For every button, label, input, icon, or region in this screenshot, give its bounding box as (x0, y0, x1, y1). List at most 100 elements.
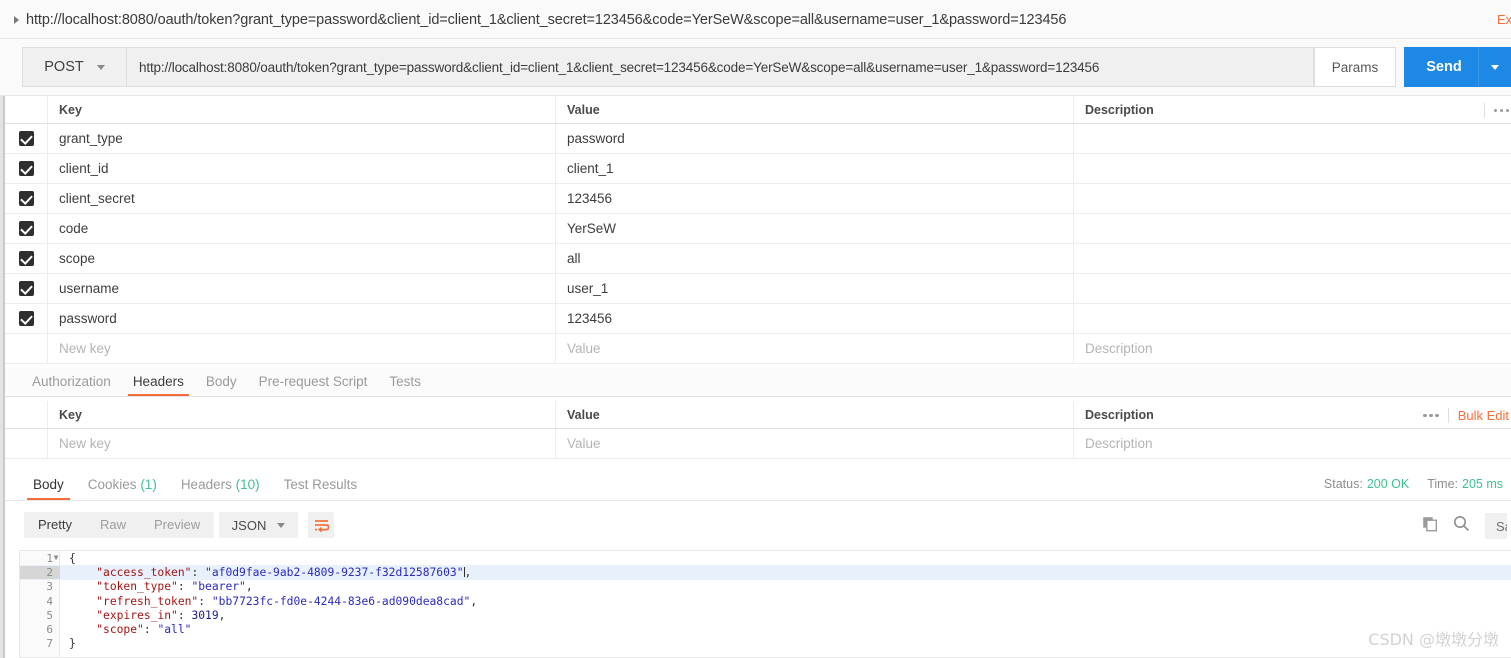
params-button[interactable]: Params (1314, 47, 1396, 87)
param-value-cell[interactable]: user_1 (556, 274, 1074, 303)
response-format-selector[interactable]: JSON (219, 512, 298, 538)
param-key-cell[interactable]: scope (48, 244, 556, 273)
chevron-right-icon[interactable] (14, 15, 19, 24)
http-method-selector[interactable]: POST (22, 47, 126, 87)
params-table-actions (1483, 103, 1509, 118)
param-enabled-checkbox[interactable] (18, 311, 34, 326)
new-header-row[interactable]: New key Value Description (5, 429, 1511, 459)
param-value: all (567, 251, 581, 266)
new-param-value-input[interactable]: Value (567, 341, 601, 356)
header-cell-key: Key (59, 102, 82, 117)
param-description-cell[interactable] (1074, 124, 1511, 153)
send-button[interactable]: Send (1404, 59, 1478, 75)
examples-link[interactable]: Examples (1497, 12, 1511, 27)
more-options-icon[interactable] (1493, 108, 1509, 113)
param-value-cell[interactable]: 123456 (556, 184, 1074, 213)
param-value: user_1 (567, 281, 609, 296)
param-enabled-cell (5, 214, 48, 243)
param-key-cell[interactable]: grant_type (48, 124, 556, 153)
request-url-input[interactable]: http://localhost:8080/oauth/token?grant_… (126, 47, 1314, 87)
save-response-button[interactable]: Save Response (1485, 513, 1507, 539)
more-options-icon[interactable] (1423, 413, 1439, 418)
code-line: 3 "token_type": "bearer", (20, 580, 1511, 594)
param-description-cell[interactable] (1074, 244, 1511, 273)
param-value-cell[interactable]: client_1 (556, 154, 1074, 183)
word-wrap-button[interactable] (308, 512, 334, 538)
param-enabled-checkbox[interactable] (18, 281, 34, 296)
bulk-edit-button[interactable]: Bulk Edit (1458, 408, 1509, 423)
view-mode-raw[interactable]: Raw (86, 512, 140, 538)
new-header-description-input[interactable]: Description (1085, 436, 1153, 451)
copy-icon[interactable] (1422, 516, 1438, 537)
header-cell-key: Key (59, 407, 82, 422)
response-tab-body[interactable]: Body (21, 477, 76, 500)
param-key: username (59, 281, 120, 296)
response-tab-cookies[interactable]: Cookies (1) (76, 477, 169, 500)
table-row[interactable]: password 123456 (5, 304, 1511, 334)
table-row[interactable]: client_secret 123456 (5, 184, 1511, 214)
search-icon[interactable] (1453, 515, 1470, 537)
param-description-cell[interactable] (1074, 304, 1511, 333)
param-enabled-cell (5, 274, 48, 303)
request-tab-tests[interactable]: Tests (378, 374, 432, 396)
param-value-cell[interactable]: YerSeW (556, 214, 1074, 243)
param-key-cell[interactable]: code (48, 214, 556, 243)
param-enabled-checkbox[interactable] (18, 251, 34, 266)
param-description-cell[interactable] (1074, 154, 1511, 183)
chevron-down-icon (1491, 64, 1499, 70)
status-label: Status: (1323, 477, 1363, 491)
param-description-cell[interactable] (1074, 184, 1511, 213)
request-tab-headers[interactable]: Headers (122, 374, 195, 396)
chevron-down-icon (277, 522, 286, 528)
param-enabled-checkbox[interactable] (18, 161, 34, 176)
response-tab-test-results[interactable]: Test Results (272, 477, 370, 500)
param-key-cell[interactable]: client_id (48, 154, 556, 183)
request-tab-body[interactable]: Body (195, 374, 248, 396)
response-body-code: 1 ▼{2 "access_token": "af0d9fae-9ab2-4809… (20, 551, 1511, 651)
code-text: } (69, 637, 76, 651)
line-number: 6 (46, 623, 53, 637)
status-value: 200 OK (1366, 477, 1410, 491)
code-text: "refresh_token": "bb7723fc-fd0e-4244-83e… (96, 594, 478, 608)
param-enabled-checkbox[interactable] (18, 191, 34, 206)
table-row[interactable]: code YerSeW (5, 214, 1511, 244)
table-row[interactable]: scope all (5, 244, 1511, 274)
request-tab-authorization[interactable]: Authorization (21, 374, 122, 396)
table-header-row: Key Value Description Bulk Edit (5, 401, 1511, 429)
param-key-cell[interactable]: username (48, 274, 556, 303)
param-key-cell[interactable]: client_secret (48, 184, 556, 213)
param-enabled-checkbox[interactable] (18, 131, 34, 146)
table-row[interactable]: grant_type password (5, 124, 1511, 154)
response-body-viewer[interactable]: 1 ▼{2 "access_token": "af0d9fae-9ab2-4809… (19, 550, 1511, 658)
headers-table-actions: Bulk Edit (1423, 408, 1509, 423)
param-description-cell[interactable] (1074, 274, 1511, 303)
param-value: 123456 (567, 191, 613, 206)
view-mode-pretty[interactable]: Pretty (24, 512, 86, 538)
table-row[interactable]: client_id client_1 (5, 154, 1511, 184)
fold-toggle-icon[interactable]: ▼ (52, 551, 60, 565)
code-line: 7} (20, 637, 1511, 651)
param-key-cell[interactable]: password (48, 304, 556, 333)
new-header-value-input[interactable]: Value (567, 436, 601, 451)
new-param-key-input[interactable]: New key (59, 341, 111, 356)
header-cell-check (5, 96, 48, 123)
line-number: 5 (46, 608, 53, 622)
request-tab-pre-request-script[interactable]: Pre-request Script (248, 374, 379, 396)
new-param-description-input[interactable]: Description (1085, 341, 1153, 356)
param-value-cell[interactable]: 123456 (556, 304, 1074, 333)
send-options-button[interactable] (1479, 64, 1511, 70)
param-value-cell[interactable]: all (556, 244, 1074, 273)
view-mode-preview[interactable]: Preview (140, 512, 214, 538)
send-button-group[interactable]: Send (1404, 47, 1511, 87)
new-header-key-input[interactable]: New key (59, 436, 111, 451)
param-enabled-cell (5, 244, 48, 273)
param-enabled-checkbox[interactable] (18, 221, 34, 236)
chevron-down-icon (96, 64, 105, 70)
new-param-row[interactable]: New key Value Description (5, 334, 1511, 364)
param-value-cell[interactable]: password (556, 124, 1074, 153)
table-row[interactable]: username user_1 (5, 274, 1511, 304)
line-number: 7 (46, 637, 53, 651)
param-description-cell[interactable] (1074, 214, 1511, 243)
response-tab-headers[interactable]: Headers (10) (169, 477, 272, 500)
param-value: YerSeW (567, 221, 617, 236)
